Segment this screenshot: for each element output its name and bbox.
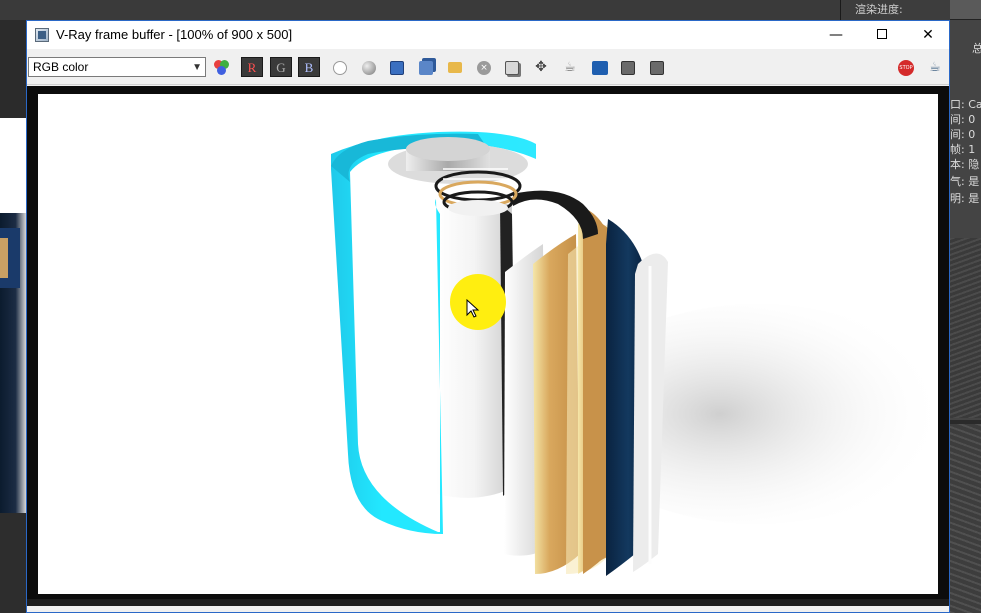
blue-channel-button[interactable]: B [298, 57, 320, 77]
minimize-button[interactable]: — [813, 21, 859, 49]
info-label: 明: 是 [950, 192, 980, 205]
compare-ab-icon [592, 60, 608, 75]
mouse-cursor-icon [466, 299, 480, 318]
view-alpha-button[interactable] [329, 57, 351, 77]
open-icon [448, 62, 462, 73]
rendered-image [38, 94, 938, 594]
red-channel-button[interactable]: R [241, 57, 263, 77]
color-corrections-button[interactable] [211, 57, 233, 77]
clear-button[interactable]: × [473, 57, 495, 77]
teapot-icon: ☕ [564, 60, 576, 75]
render-progress-label: 渲染进度: [840, 0, 950, 20]
info-label: 口: Ca [950, 98, 981, 111]
save-all-button[interactable] [415, 57, 437, 77]
channel-dropdown[interactable]: RGB color ▼ [28, 57, 206, 77]
info-label: 帧: 1 [950, 143, 976, 156]
duplicate-button[interactable] [501, 57, 523, 77]
chevron-down-icon: ▼ [192, 62, 202, 73]
pixel-info-icon [650, 60, 664, 75]
info-label: 本: 隐 [950, 158, 980, 171]
status-strip [27, 599, 949, 606]
lut-button[interactable] [617, 57, 639, 77]
app-icon [35, 28, 49, 42]
vray-frame-buffer-window: V-Ray frame buffer - [100% of 900 x 500]… [26, 20, 950, 613]
mono-button[interactable] [358, 57, 380, 77]
title-bar[interactable]: V-Ray frame buffer - [100% of 900 x 500]… [27, 21, 949, 49]
open-button[interactable] [444, 57, 466, 77]
mono-icon [362, 60, 376, 75]
clear-icon: × [477, 60, 491, 75]
close-button[interactable]: ✕ [905, 21, 951, 49]
pixel-info-button[interactable] [646, 57, 668, 77]
background-panel [0, 513, 26, 613]
info-label: 间: 0 [950, 113, 976, 126]
view-alpha-icon [333, 60, 347, 75]
green-channel-button[interactable]: G [270, 57, 292, 77]
texture-swatch [950, 238, 981, 418]
lut-icon [621, 60, 635, 75]
max-workspace-top [0, 0, 981, 20]
background-render-preview [0, 118, 26, 513]
render-last-button[interactable]: ☕ [559, 57, 581, 77]
compare-ab-button[interactable] [589, 57, 611, 77]
render-button[interactable]: ☕ [924, 57, 946, 77]
stop-icon: STOP [898, 59, 914, 76]
track-mouse-button[interactable]: ✥ [530, 57, 552, 77]
track-mouse-icon: ✥ [535, 59, 547, 75]
battery-cutaway-render [331, 131, 938, 576]
vfb-toolbar: RGB color ▼ R G B × ✥ ☕ STOP ☕ [27, 49, 949, 85]
channel-dropdown-value: RGB color [33, 60, 89, 74]
info-label: 总 [972, 42, 981, 55]
maximize-icon [877, 29, 887, 39]
maximize-button[interactable] [859, 21, 905, 49]
window-title: V-Ray frame buffer - [100% of 900 x 500] [56, 27, 293, 42]
texture-swatch [950, 424, 981, 613]
color-corrections-icon [214, 59, 230, 76]
save-button[interactable] [386, 57, 408, 77]
render-info-panel: 总 口: Ca 间: 0 间: 0 帧: 1 本: 隐 气: 是 明: 是 [950, 0, 981, 613]
render-viewport[interactable] [27, 86, 949, 606]
duplicate-icon [505, 60, 519, 75]
stop-render-button[interactable]: STOP [895, 57, 917, 77]
info-label: 气: 是 [950, 175, 980, 188]
info-label: 间: 0 [950, 128, 976, 141]
save-icon [390, 60, 404, 75]
save-all-icon [419, 60, 433, 75]
render-teapot-icon: ☕ [929, 60, 941, 75]
